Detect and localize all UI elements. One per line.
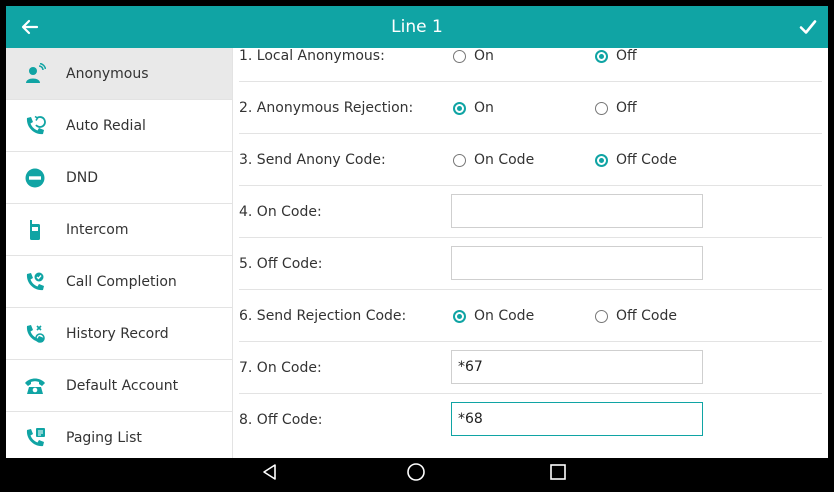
nav-back-button[interactable]	[256, 460, 284, 484]
radio-anonymous-rejection-off[interactable]: Off	[595, 99, 637, 117]
sidebar-item-label: Anonymous	[66, 65, 149, 82]
sidebar-item-intercom[interactable]: Intercom	[6, 204, 232, 256]
setting-on-code-2: 7. On Code:	[239, 342, 822, 394]
setting-label: 3. Send Anony Code:	[239, 152, 386, 168]
sidebar-item-label: Auto Redial	[66, 117, 146, 134]
radio-label: Off	[616, 100, 637, 116]
nav-back-triangle-icon	[263, 464, 276, 480]
setting-send-anony-code: 3. Send Anony Code: On Code Off Code	[239, 134, 822, 186]
radio-label: Off Code	[616, 152, 677, 168]
sidebar-item-paging-list[interactable]: Paging List	[6, 412, 232, 458]
call-completion-icon	[24, 271, 46, 293]
on-code-input[interactable]	[451, 194, 703, 228]
nav-recents-square-icon	[550, 464, 566, 480]
radio-circle	[453, 101, 466, 115]
radio-label: On Code	[474, 308, 535, 324]
setting-send-rejection-code: 6. Send Rejection Code: On Code Off Code	[239, 290, 822, 342]
sidebar-item-dnd[interactable]: DND	[6, 152, 232, 204]
radio-circle	[595, 153, 608, 167]
sidebar-item-default-account[interactable]: Default Account	[6, 360, 232, 412]
rejection-off-code-input[interactable]	[451, 402, 703, 436]
sidebar-item-label: History Record	[66, 325, 169, 342]
radio-circle	[453, 49, 466, 63]
intercom-icon	[24, 219, 46, 241]
page-title: Line 1	[391, 17, 443, 37]
radio-circle	[453, 153, 466, 167]
radio-send-rejection-code-off[interactable]: Off Code	[595, 307, 677, 325]
setting-label: 4. On Code:	[239, 204, 322, 220]
sidebar-item-label: Call Completion	[66, 273, 177, 290]
checkmark-icon	[799, 20, 817, 34]
save-button[interactable]	[794, 13, 822, 41]
radio-anonymous-rejection-on[interactable]: On	[453, 99, 494, 117]
nav-home-button[interactable]	[402, 460, 430, 484]
paging-list-icon	[24, 427, 46, 449]
radio-local-anonymous-on[interactable]: On	[453, 48, 494, 65]
sidebar-item-anonymous[interactable]: Anonymous	[6, 48, 232, 100]
radio-send-anony-code-off[interactable]: Off Code	[595, 151, 677, 169]
setting-local-anonymous: 1. Local Anonymous: On Off	[239, 48, 822, 82]
setting-label: 2. Anonymous Rejection:	[239, 100, 414, 116]
navigation-bar	[6, 458, 828, 486]
sidebar-item-auto-redial[interactable]: Auto Redial	[6, 100, 232, 152]
setting-anonymous-rejection: 2. Anonymous Rejection: On Off	[239, 82, 822, 134]
settings-list[interactable]: 1. Local Anonymous: On Off 2. Anonymous …	[233, 48, 828, 458]
sidebar-item-history-record[interactable]: History Record	[6, 308, 232, 360]
setting-label: 8. Off Code:	[239, 412, 323, 428]
nav-home-circle-icon	[407, 463, 425, 481]
radio-circle	[595, 309, 608, 323]
anonymous-icon	[24, 62, 46, 85]
radio-label: On	[474, 100, 494, 116]
title-bar: Line 1	[6, 6, 828, 48]
auto-redial-icon	[24, 115, 46, 137]
radio-circle	[595, 101, 608, 115]
setting-label: 6. Send Rejection Code:	[239, 308, 407, 324]
sidebar: Anonymous Auto Redial DND Intercom Call …	[6, 48, 232, 458]
setting-label: 5. Off Code:	[239, 256, 323, 272]
off-code-input[interactable]	[451, 246, 703, 280]
rejection-on-code-input[interactable]	[451, 350, 703, 384]
radio-label: On Code	[474, 152, 535, 168]
radio-label: Off Code	[616, 308, 677, 324]
setting-off-code-2: 8. Off Code:	[239, 394, 822, 446]
radio-send-anony-code-on[interactable]: On Code	[453, 151, 534, 169]
sidebar-item-call-completion[interactable]: Call Completion	[6, 256, 232, 308]
setting-off-code-1: 5. Off Code:	[239, 238, 822, 290]
setting-label: 1. Local Anonymous:	[239, 48, 385, 64]
sidebar-item-label: DND	[66, 169, 99, 186]
dnd-icon	[24, 167, 46, 189]
screen-area: Line 1 Anonymous Auto Redial DND Interco…	[6, 6, 828, 486]
setting-label: 7. On Code:	[239, 360, 322, 376]
sidebar-item-label: Paging List	[66, 429, 142, 446]
sidebar-item-label: Intercom	[66, 221, 129, 238]
setting-on-code-1: 4. On Code:	[239, 186, 822, 238]
phone-screen: Line 1 Anonymous Auto Redial DND Interco…	[0, 0, 834, 492]
radio-circle	[453, 309, 466, 323]
radio-circle	[595, 49, 608, 63]
default-account-icon	[24, 375, 46, 397]
nav-recents-button[interactable]	[544, 460, 572, 484]
radio-local-anonymous-off[interactable]: Off	[595, 48, 637, 65]
radio-label: Off	[616, 48, 637, 64]
history-record-icon	[24, 323, 46, 345]
sidebar-item-label: Default Account	[66, 377, 179, 394]
radio-send-rejection-code-on[interactable]: On Code	[453, 307, 534, 325]
radio-label: On	[474, 48, 494, 64]
